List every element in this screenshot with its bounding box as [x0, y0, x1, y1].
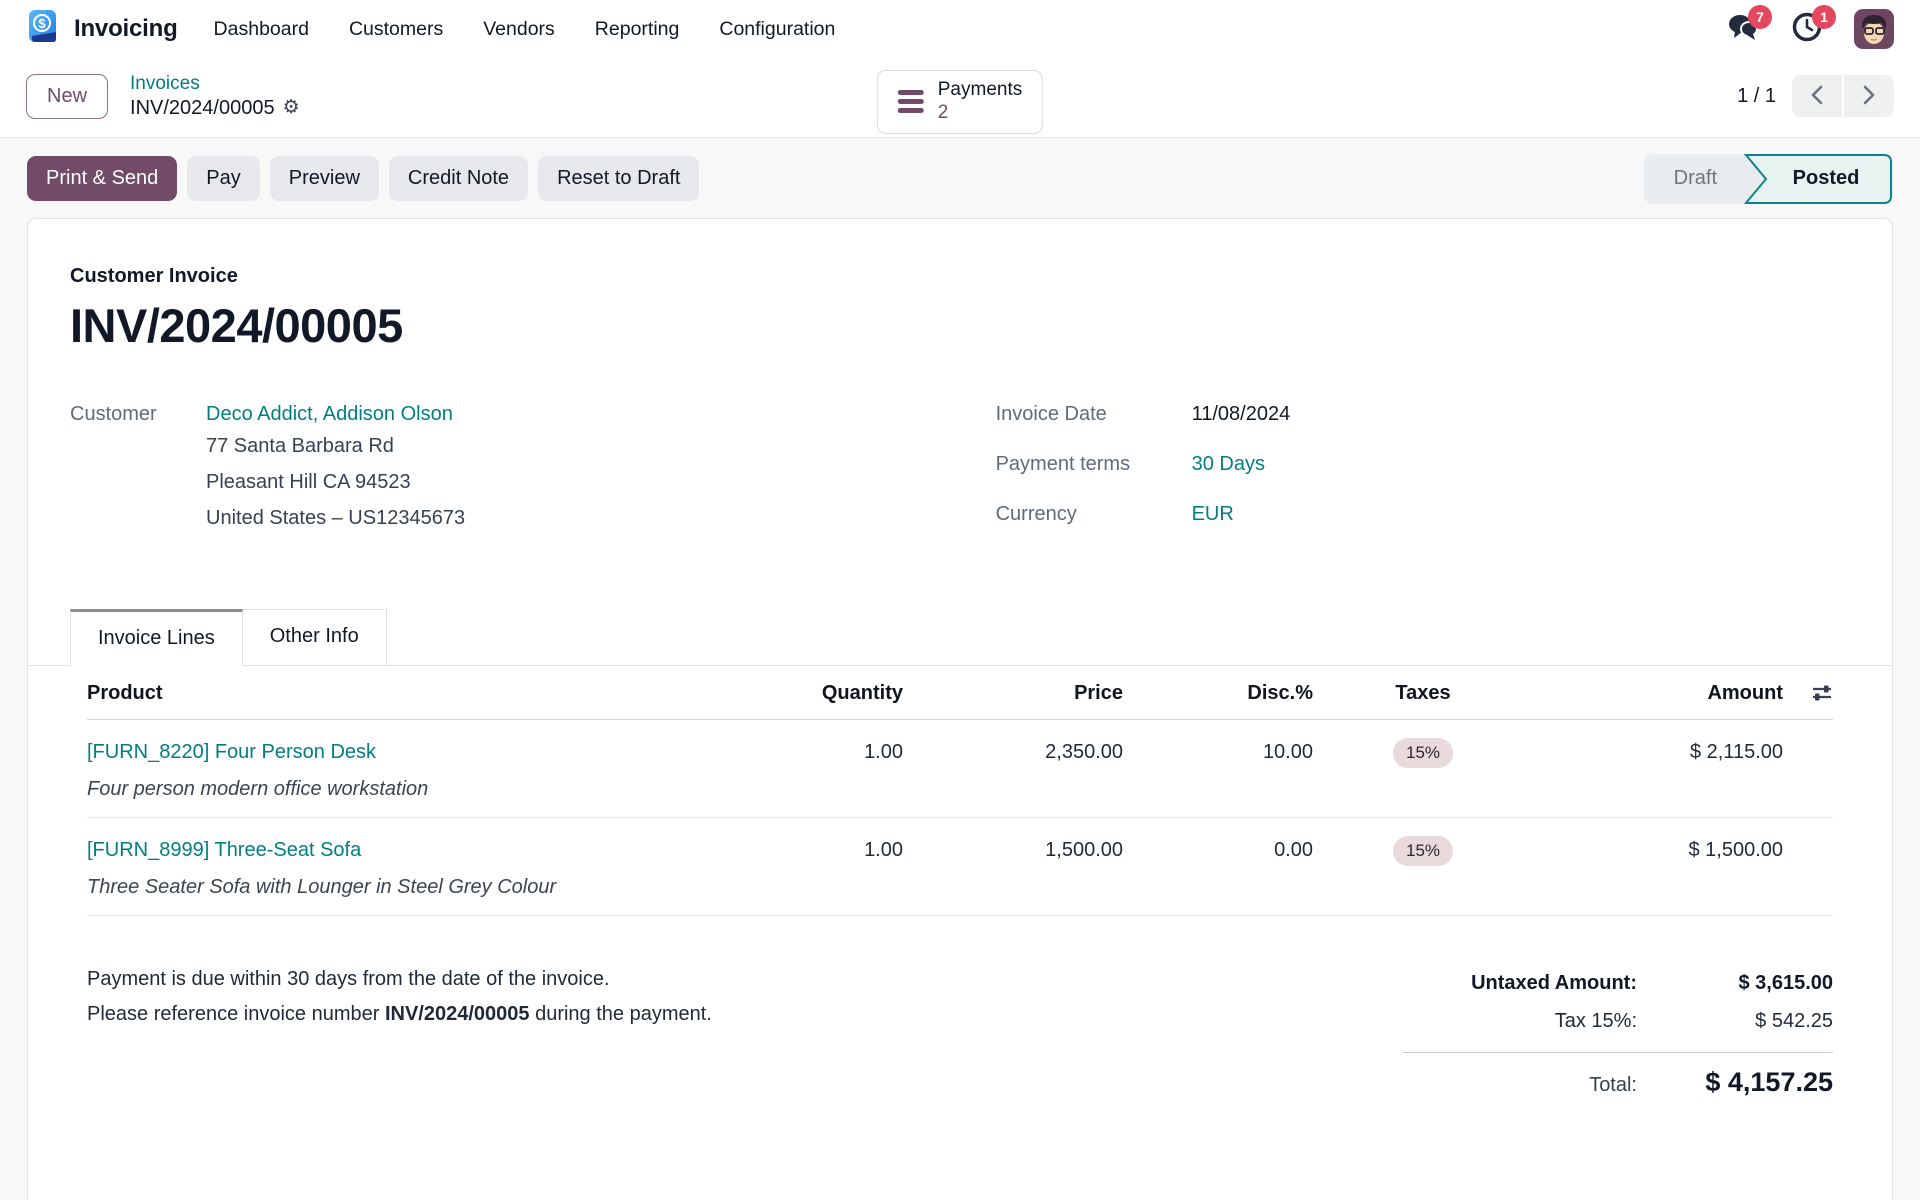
- customer-address: 77 Santa Barbara Rd Pleasant Hill CA 945…: [206, 434, 466, 529]
- svg-text:$: $: [38, 16, 46, 31]
- notebook-tabs: Invoice Lines Other Info: [28, 608, 1892, 666]
- tab-other-info[interactable]: Other Info: [242, 608, 387, 666]
- product-link[interactable]: [FURN_8999] Three-Seat Sofa: [87, 839, 753, 862]
- payment-terms-label: Payment terms: [995, 452, 1131, 475]
- top-navbar: $ Invoicing Dashboard Customers Vendors …: [0, 0, 1920, 58]
- payments-stat-button[interactable]: Payments 2: [876, 70, 1044, 134]
- untaxed-amount-value: $ 3,615.00: [1738, 971, 1833, 994]
- amount-cell: $ 1,500.00: [1688, 839, 1783, 862]
- currency-value[interactable]: EUR: [1192, 503, 1234, 526]
- product-description[interactable]: Four person modern office workstation: [87, 768, 1833, 817]
- quantity-cell[interactable]: 1.00: [753, 741, 903, 764]
- pager-next-button[interactable]: [1844, 75, 1894, 118]
- table-row[interactable]: [FURN_8220] Four Person Desk 1.00 2,350.…: [87, 720, 1833, 818]
- tax-badge[interactable]: 15%: [1392, 737, 1454, 768]
- menu-vendors[interactable]: Vendors: [483, 18, 555, 41]
- messages-count-badge: 7: [1748, 5, 1772, 29]
- table-header-row: Product Quantity Price Disc.% Taxes Amou…: [87, 666, 1833, 720]
- invoice-date-label: Invoice Date: [995, 402, 1107, 425]
- table-row[interactable]: [FURN_8999] Three-Seat Sofa 1.00 1,500.0…: [87, 818, 1833, 916]
- totals-block: Untaxed Amount: $ 3,615.00 Tax 15%: $ 54…: [1403, 964, 1833, 1104]
- invoice-number: INV/2024/00005: [70, 298, 403, 352]
- messages-button[interactable]: 7: [1726, 5, 1772, 46]
- breadcrumb-current-record: INV/2024/00005: [130, 96, 275, 119]
- payment-terms-value[interactable]: 30 Days: [1192, 453, 1265, 476]
- discount-cell[interactable]: 0.00: [1123, 839, 1313, 862]
- activities-count-badge: 1: [1812, 5, 1836, 29]
- untaxed-amount-label: Untaxed Amount:: [1471, 971, 1637, 994]
- col-quantity[interactable]: Quantity: [753, 682, 903, 705]
- new-button[interactable]: New: [26, 73, 109, 119]
- document-type-label: Customer Invoice: [70, 264, 238, 287]
- status-draft[interactable]: Draft: [1644, 154, 1743, 204]
- col-taxes[interactable]: Taxes: [1313, 682, 1533, 705]
- preview-button[interactable]: Preview: [269, 156, 379, 202]
- payments-count: 2: [937, 101, 949, 123]
- price-cell[interactable]: 1,500.00: [903, 839, 1123, 862]
- status-widget: Draft Posted: [1643, 153, 1893, 204]
- tax-value: $ 542.25: [1755, 1009, 1833, 1032]
- control-panel: New Invoices INV/2024/00005 ⚙ Payments 2…: [0, 58, 1920, 138]
- total-label: Total:: [1589, 1073, 1637, 1096]
- main-menu: Dashboard Customers Vendors Reporting Co…: [214, 18, 836, 41]
- menu-reporting[interactable]: Reporting: [595, 18, 680, 41]
- col-product[interactable]: Product: [87, 682, 753, 705]
- app-switcher[interactable]: $ Invoicing: [26, 9, 178, 50]
- gear-icon[interactable]: ⚙: [283, 96, 300, 120]
- col-amount[interactable]: Amount: [1533, 682, 1783, 705]
- customer-link[interactable]: Deco Addict, Addison Olson: [206, 403, 465, 426]
- breadcrumb-invoices-link[interactable]: Invoices: [130, 72, 300, 96]
- customer-label: Customer: [70, 402, 157, 425]
- pager-counter: 1 / 1: [1737, 84, 1776, 107]
- product-description[interactable]: Three Seater Sofa with Lounger in Steel …: [87, 866, 1833, 915]
- menu-customers[interactable]: Customers: [349, 18, 443, 41]
- user-avatar[interactable]: [1854, 9, 1894, 49]
- invoice-lines-table: Product Quantity Price Disc.% Taxes Amou…: [70, 666, 1850, 916]
- tab-invoice-lines[interactable]: Invoice Lines: [70, 608, 243, 666]
- quantity-cell[interactable]: 1.00: [753, 839, 903, 862]
- pager-previous-button[interactable]: [1792, 75, 1842, 118]
- tax-badge[interactable]: 15%: [1392, 835, 1454, 866]
- chevron-right-icon: [1862, 85, 1876, 108]
- print-and-send-button[interactable]: Print & Send: [27, 156, 178, 202]
- breadcrumb: Invoices INV/2024/00005 ⚙: [130, 72, 300, 121]
- payment-terms-note: Payment is due within 30 days from the d…: [87, 967, 712, 1025]
- amount-cell: $ 2,115.00: [1689, 741, 1783, 764]
- pager: 1 / 1: [1737, 75, 1894, 118]
- tax-label: Tax 15%:: [1554, 1009, 1637, 1032]
- bars-icon: [897, 90, 924, 114]
- col-price[interactable]: Price: [903, 682, 1123, 705]
- status-posted[interactable]: Posted: [1743, 153, 1893, 204]
- menu-dashboard[interactable]: Dashboard: [214, 18, 309, 41]
- invoice-date-value[interactable]: 11/08/2024: [1192, 403, 1291, 426]
- menu-configuration[interactable]: Configuration: [719, 18, 835, 41]
- discount-cell[interactable]: 10.00: [1123, 741, 1313, 764]
- pay-button[interactable]: Pay: [187, 156, 260, 202]
- price-cell[interactable]: 2,350.00: [903, 741, 1123, 764]
- currency-label: Currency: [995, 502, 1077, 525]
- invoicing-app-icon: $: [26, 9, 62, 50]
- chevron-left-icon: [1810, 85, 1824, 108]
- product-link[interactable]: [FURN_8220] Four Person Desk: [87, 741, 753, 764]
- payments-label: Payments: [937, 79, 1023, 100]
- app-name: Invoicing: [74, 15, 178, 42]
- optional-columns-icon[interactable]: [1811, 683, 1833, 703]
- total-value: $ 4,157.25: [1705, 1066, 1833, 1097]
- col-discount[interactable]: Disc.%: [1123, 682, 1313, 705]
- activities-button[interactable]: 1: [1790, 5, 1836, 46]
- credit-note-button[interactable]: Credit Note: [388, 156, 529, 202]
- status-bar: Print & Send Pay Preview Credit Note Res…: [0, 138, 1920, 218]
- invoice-form-sheet: Customer Invoice INV/2024/00005 Customer…: [27, 217, 1893, 1200]
- sheet-background: Customer Invoice INV/2024/00005 Customer…: [0, 217, 1920, 1200]
- reset-to-draft-button[interactable]: Reset to Draft: [538, 156, 700, 202]
